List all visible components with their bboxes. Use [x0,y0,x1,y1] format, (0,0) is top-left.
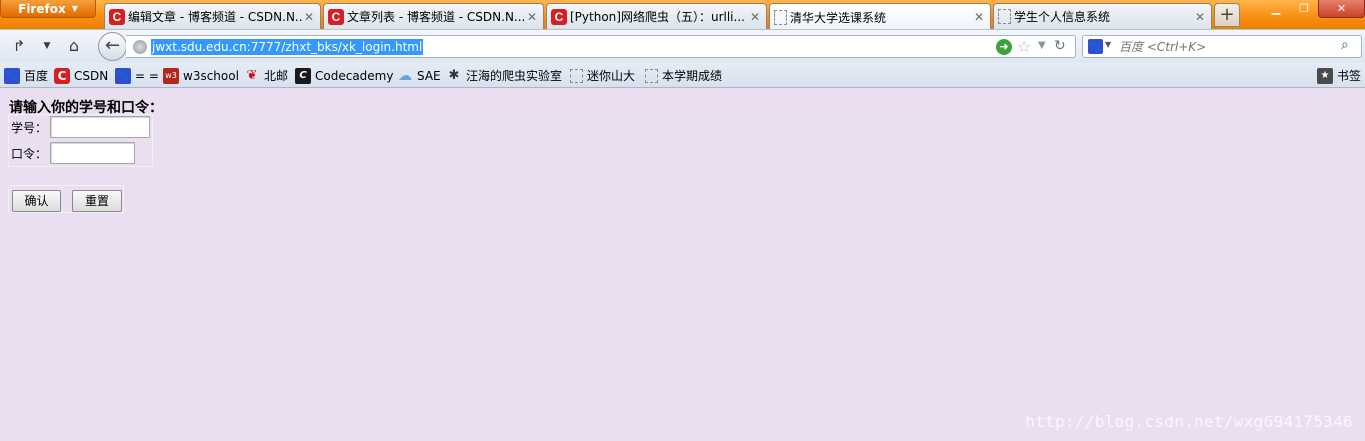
bookmarks-menu-label: 书签 [1337,69,1362,83]
globe-icon[interactable] [133,40,147,54]
bookmark-spider-lab[interactable]: ✱ 汪海的爬虫实验室 [446,67,562,84]
watermark: http://blog.csdn.net/wxg694175346 [1025,412,1353,431]
bookmark-w3school[interactable]: w3 w3school [163,67,239,84]
chevron-down-icon: ▼ [71,4,78,13]
bookmark-codecademy[interactable]: C Codecademy [295,67,393,84]
bookmark-csdn[interactable]: C CSDN [54,67,108,84]
student-id-field[interactable] [50,116,150,138]
chevron-down-icon[interactable]: ▼ [1105,40,1111,49]
close-icon[interactable]: ✕ [302,10,316,24]
chevron-down-icon[interactable]: ▼ [1038,40,1046,51]
csdn-icon: C [54,67,70,84]
restore-icon[interactable]: ❐ [1291,0,1317,18]
bookmark-sae[interactable]: ☁ SAE [397,67,441,84]
baidu-paw-icon[interactable]: 🐾 [1088,39,1103,54]
bookmark-label: SAE [417,68,441,83]
bookmark-equals[interactable]: 🐾 = = [115,67,159,84]
minimize-icon[interactable]: ▁ [1262,0,1290,18]
tab-label: 编辑文章 - 博客频道 - CSDN.N... [128,10,302,24]
back-button[interactable]: ← [98,32,127,61]
tab-article-list[interactable]: C 文章列表 - 博客频道 - CSDN.N... ✕ [323,3,544,29]
bookmark-baidu[interactable]: 🐾 百度 [4,67,48,84]
close-icon[interactable]: ✕ [748,10,762,24]
close-icon[interactable]: ✕ [1193,10,1207,24]
firefox-menu-label: Firefox [18,1,66,16]
baidu-paw-icon: 🐾 [115,67,131,84]
blank-page-icon [998,9,1011,24]
window-close-icon[interactable]: ✕ [1318,0,1365,18]
bookmark-label: 汪海的爬虫实验室 [466,69,563,83]
codecademy-icon: C [295,67,311,84]
tab-course-selection[interactable]: 清华大学选课系统 ✕ [769,3,991,30]
url-text[interactable]: jwxt.sdu.edu.cn:7777/zhxt_bks/xk_login.h… [151,39,424,55]
reset-button[interactable]: 重置 [72,190,122,212]
bupt-icon: ❦ [246,67,258,83]
csdn-icon: C [328,8,344,25]
password-label: 口令： [11,146,48,161]
tab-label: [Python]网络爬虫（五）：urlli... [570,10,745,24]
tab-student-info[interactable]: 学生个人信息系统 ✕ [993,3,1212,29]
reload-icon[interactable]: ↻ [1054,38,1066,54]
navigation-toolbar: ↱ ▼ ⌂ ← jwxt.sdu.edu.cn:7777/zhxt_bks/xk… [0,29,1365,63]
star-icon: ★ [1317,67,1333,84]
go-arrow-icon[interactable]: ➜ [996,39,1012,55]
tab-edit-article[interactable]: C 编辑文章 - 博客频道 - CSDN.N... ✕ [104,3,321,29]
baidu-paw-icon: 🐾 [4,67,20,84]
page-content: 请输入你的学号和口令： 学号： 口令： 确认 重置 http://blog.cs… [0,89,1365,441]
confirm-button[interactable]: 确认 [12,190,61,212]
home-icon[interactable]: ⌂ [65,37,83,55]
bookmark-bupt[interactable]: ❦ 北邮 [244,67,288,84]
blank-page-icon [645,68,658,83]
history-icon[interactable]: ↱ [10,37,28,55]
tab-label: 文章列表 - 博客频道 - CSDN.N... [347,10,525,24]
student-id-row: 学号： [8,116,150,138]
w3school-icon: w3 [163,67,179,84]
sae-cloud-icon: ☁ [398,67,412,84]
firefox-menu-button[interactable]: Firefox ▼ [0,0,96,18]
button-row: 确认 重置 [8,185,124,213]
bookmark-label: 迷你山大 [587,69,636,83]
search-input[interactable] [1119,38,1329,55]
bookmark-mini-sdu[interactable]: 迷你山大 [570,67,635,84]
password-field[interactable] [50,142,135,164]
star-icon[interactable]: ☆ [1017,37,1031,56]
bookmark-label: 本学期成绩 [662,69,723,83]
search-bar[interactable]: 🐾 ▼ ⌕ [1082,35,1362,58]
back-arrow-icon: ← [104,35,121,56]
search-icon[interactable]: ⌕ [1341,37,1349,53]
bookmark-label: 百度 [24,69,49,83]
tab-label: 学生个人信息系统 [1014,10,1111,24]
csdn-icon: C [551,8,567,25]
bookmark-label: = = [135,68,159,83]
student-id-label: 学号： [11,120,48,135]
bookmark-label: 北邮 [264,69,289,83]
blank-page-icon [774,9,787,25]
title-bar: Firefox ▼ C 编辑文章 - 博客频道 - CSDN.N... ✕ C … [0,0,1365,30]
tab-label: 清华大学选课系统 [790,10,887,25]
spider-icon: ✱ [448,67,460,83]
bookmark-label: w3school [183,68,239,83]
bookmark-label: Codecademy [315,68,394,83]
bookmark-grades[interactable]: 本学期成绩 [645,67,722,84]
bookmarks-toolbar: 🐾 百度 C CSDN 🐾 = = w3 w3school ❦ 北邮 C Cod… [0,63,1365,88]
blank-page-icon [570,68,583,83]
new-tab-button[interactable]: + [1214,3,1240,27]
tab-python-crawler[interactable]: C [Python]网络爬虫（五）：urlli... ✕ [546,3,767,29]
bookmark-label: CSDN [74,68,109,83]
password-row: 口令： [8,142,135,164]
close-icon[interactable]: ✕ [972,10,986,24]
bookmarks-menu-button[interactable]: ★ 书签 [1317,67,1361,84]
address-bar[interactable]: jwxt.sdu.edu.cn:7777/zhxt_bks/xk_login.h… [126,35,1076,58]
close-icon[interactable]: ✕ [525,10,539,24]
csdn-icon: C [109,8,125,25]
chevron-down-icon[interactable]: ▼ [38,37,56,55]
